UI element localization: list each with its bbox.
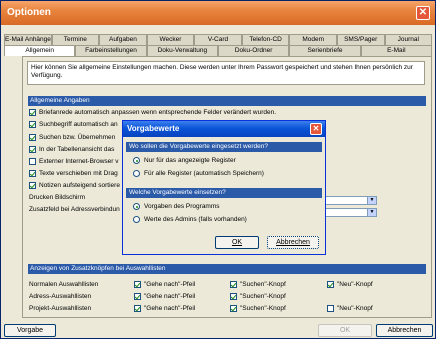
checkbox-icon[interactable] <box>29 109 36 116</box>
tab-row-2: Allgemein Farbeinstellungen Doku-Verwalt… <box>4 45 432 56</box>
checkbox-icon[interactable] <box>327 305 334 312</box>
options-window: Optionen ✕ E-Mail Anhänge Termine Aufgab… <box>0 0 436 339</box>
tab-general[interactable]: Allgemein <box>4 45 76 56</box>
defaults-button[interactable]: Vorgabe <box>4 324 56 337</box>
project-search-checkbox[interactable]: "Suchen"-Knopf <box>230 305 286 312</box>
tab-doc-management[interactable]: Doku-Verwaltung <box>146 45 218 56</box>
tab-journal[interactable]: Journal <box>384 34 433 45</box>
dialog-which-header: Welche Vorgabewerte einsetzen? <box>126 188 322 198</box>
project-goto-checkbox[interactable]: "Gehe nach"-Pfeil <box>134 305 195 312</box>
checkbox-drag-text[interactable]: Texte verschieben mit Drag <box>29 170 118 177</box>
window-title: Optionen <box>7 7 51 18</box>
tab-sms-pager[interactable]: SMS/Pager <box>336 34 385 45</box>
checkbox-search-apply[interactable]: Suchen bzw. Übernehmen <box>29 134 115 141</box>
tab-email[interactable]: E-Mail <box>360 45 432 56</box>
tab-appointments[interactable]: Termine <box>51 34 100 45</box>
checkbox-icon[interactable] <box>29 134 36 141</box>
dialog-cancel-button[interactable]: Abbrechen <box>267 236 319 249</box>
radio-icon[interactable] <box>133 216 140 223</box>
dialog-title: Vorgabewerte <box>127 124 180 133</box>
checkbox-icon[interactable] <box>134 305 141 312</box>
quick-buttons-header: Anzeigen von Zusatzknöpfen bei Auswahlli… <box>28 264 426 274</box>
tab-row-1: E-Mail Anhänge Termine Aufgaben Wecker V… <box>4 34 433 45</box>
radio-admin-values[interactable]: Werte des Admins (falls vorhanden) <box>133 216 247 223</box>
radio-icon[interactable] <box>133 203 140 210</box>
tab-colors[interactable]: Farbeinstellungen <box>75 45 147 56</box>
info-text: Hier können Sie allgemeine Einstellungen… <box>27 61 425 85</box>
radio-icon[interactable] <box>133 157 140 164</box>
radio-current-register[interactable]: Nur für das angezeigte Register <box>133 157 236 164</box>
cancel-button[interactable]: Abbrechen <box>376 324 433 337</box>
extra-field-label: Zusatzfeld bei Adressverbindun <box>29 206 120 213</box>
checkbox-external-browser[interactable]: Externer Internet-Browser v <box>29 158 118 165</box>
checkbox-icon[interactable] <box>134 281 141 288</box>
checkbox-icon[interactable] <box>134 293 141 300</box>
dialog-title-bar[interactable]: Vorgabewerte ✕ <box>123 121 325 137</box>
address-goto-checkbox[interactable]: "Gehe nach"-Pfeil <box>134 293 195 300</box>
checkbox-icon[interactable] <box>230 281 237 288</box>
close-icon[interactable]: ✕ <box>310 123 322 135</box>
checkbox-letter-salutation[interactable]: Briefanrede automatisch anpassen wenn en… <box>29 109 276 116</box>
tab-modem[interactable]: Modem <box>289 34 337 45</box>
dialog-where-header: Wo sollen die Vorgabewerte eingesetzt we… <box>126 142 322 152</box>
checkbox-icon[interactable] <box>29 182 36 189</box>
dialog-ok-button[interactable]: OK <box>215 236 259 249</box>
address-search-checkbox[interactable]: "Suchen"-Knopf <box>230 293 286 300</box>
tab-alarm[interactable]: Wecker <box>146 34 195 45</box>
checkbox-auto-search[interactable]: Suchbegriff automatisch an <box>29 121 118 128</box>
tab-vcard[interactable]: V-Card <box>194 34 242 45</box>
normal-goto-checkbox[interactable]: "Gehe nach"-Pfeil <box>134 281 195 288</box>
checkbox-table-view[interactable]: In der Tabellenansicht das <box>29 146 114 153</box>
general-settings-header: Allgemeine Angaben <box>28 96 426 106</box>
close-icon[interactable]: ✕ <box>416 6 430 20</box>
defaults-dialog: Vorgabewerte ✕ Wo sollen die Vorgabewert… <box>122 120 326 255</box>
ok-button[interactable]: OK <box>318 324 372 337</box>
checkbox-icon[interactable] <box>29 158 36 165</box>
project-lists-label: Projekt-Auswahllisten <box>29 305 92 312</box>
checkbox-icon[interactable] <box>29 146 36 153</box>
checkbox-icon[interactable] <box>327 281 334 288</box>
tab-phone-cd[interactable]: Telefon-CD <box>241 34 290 45</box>
checkbox-icon[interactable] <box>230 293 237 300</box>
project-new-checkbox[interactable]: "Neu"-Knopf <box>327 305 373 312</box>
checkbox-sort-notes[interactable]: Notizen aufsteigend sortiere <box>29 182 120 189</box>
print-screen-label: Drucken Bildschirm <box>29 194 85 201</box>
tab-tasks[interactable]: Aufgaben <box>99 34 147 45</box>
radio-all-registers[interactable]: Für alle Register (automatisch Speichern… <box>133 170 264 177</box>
address-lists-label: Adress-Auswahllisten <box>29 293 92 300</box>
normal-search-checkbox[interactable]: "Suchen"-Knopf <box>230 281 286 288</box>
title-bar[interactable]: Optionen ✕ <box>1 1 435 25</box>
checkbox-icon[interactable] <box>29 121 36 128</box>
checkbox-icon[interactable] <box>230 305 237 312</box>
radio-program-defaults[interactable]: Vorgaben des Programms <box>133 203 220 210</box>
chevron-down-icon[interactable]: ▼ <box>367 209 376 216</box>
tab-mail-merge[interactable]: Serienbriefe <box>289 45 361 56</box>
tab-doc-folder[interactable]: Doku-Ordner <box>217 45 290 56</box>
checkbox-icon[interactable] <box>29 170 36 177</box>
normal-new-checkbox[interactable]: "Neu"-Knopf <box>327 281 373 288</box>
radio-icon[interactable] <box>133 170 140 177</box>
normal-lists-label: Normalen Auswahllisten <box>29 281 99 288</box>
chevron-down-icon[interactable]: ▼ <box>367 197 376 204</box>
tab-email-attachments[interactable]: E-Mail Anhänge <box>4 34 52 45</box>
